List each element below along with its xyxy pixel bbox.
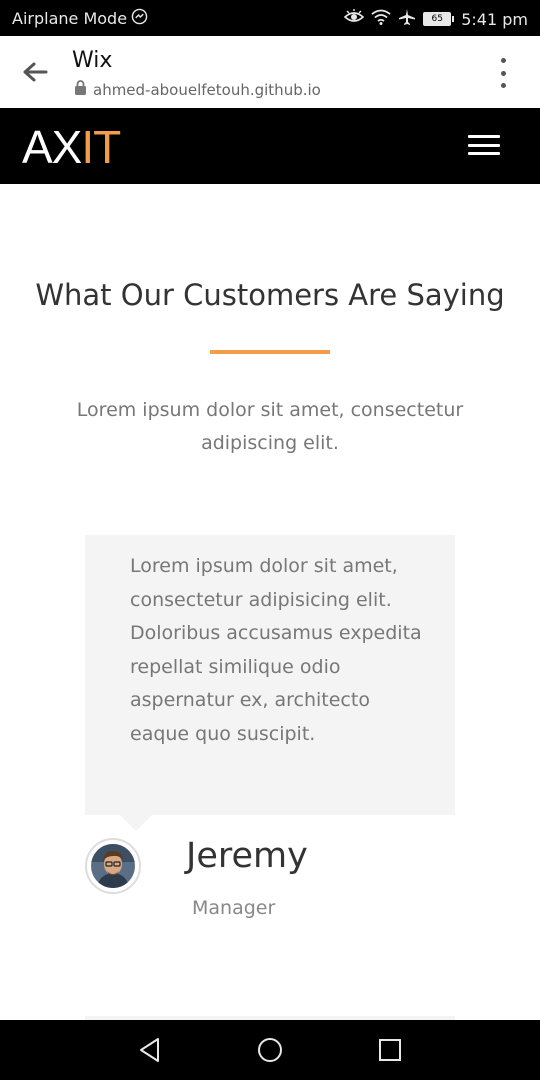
messenger-icon (131, 8, 148, 29)
system-navigation-bar (0, 1020, 540, 1080)
clock: 5:41 pm (461, 9, 528, 29)
avatar-photo (91, 844, 135, 888)
site-logo[interactable]: AXIT (22, 120, 121, 174)
browser-toolbar: Wix ahmed-abouelfetouh.github.io (0, 36, 540, 108)
battery-level: 65 (423, 12, 452, 26)
wifi-icon (371, 9, 391, 29)
hamburger-menu-icon[interactable] (468, 135, 500, 155)
section-title: What Our Customers Are Saying (35, 278, 505, 312)
testimonial-pointer (120, 815, 152, 831)
eye-icon (344, 9, 365, 29)
site-navbar: AXIT (0, 108, 540, 184)
logo-part-it: IT (81, 121, 121, 173)
more-vertical-icon[interactable] (496, 58, 510, 88)
page-title: Wix (72, 48, 113, 73)
home-circle-icon[interactable] (255, 1035, 285, 1065)
status-left: Airplane Mode (12, 8, 148, 29)
recents-square-icon[interactable] (375, 1035, 405, 1065)
customer-name: Jeremy (186, 836, 308, 876)
url-display[interactable]: ahmed-abouelfetouh.github.io (74, 80, 321, 99)
airplane-icon (398, 8, 416, 30)
section-subtitle: Lorem ipsum dolor sit amet, consectetur … (76, 399, 464, 454)
back-triangle-icon[interactable] (135, 1035, 165, 1065)
url-text: ahmed-abouelfetouh.github.io (93, 80, 321, 99)
customer-role: Manager (192, 897, 276, 919)
testimonial-text: Lorem ipsum dolor sit amet, consectetur … (130, 555, 422, 745)
logo-part-ax: AX (22, 121, 82, 173)
lock-icon (74, 80, 87, 99)
battery-icon: 65 (423, 12, 455, 26)
back-arrow-icon[interactable] (20, 58, 50, 86)
status-right: 65 5:41 pm (344, 8, 528, 30)
avatar (85, 838, 141, 894)
airplane-mode-label: Airplane Mode (12, 9, 128, 28)
status-bar: Airplane Mode 65 5:41 pm (0, 0, 540, 36)
title-underline (210, 350, 330, 354)
